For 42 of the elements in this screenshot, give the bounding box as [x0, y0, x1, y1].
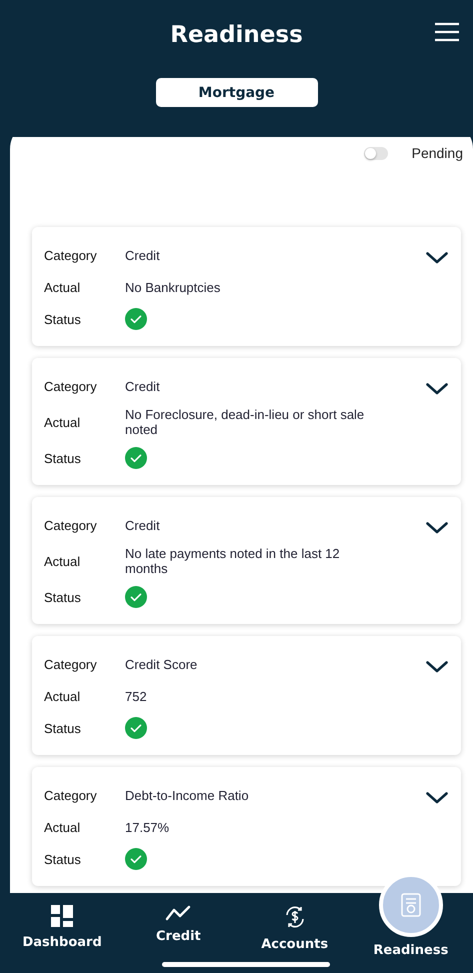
- field-label: Status: [44, 590, 82, 604]
- actual-value: No Foreclosure, dead-in-lieu or short sale noted: [125, 407, 366, 437]
- field-label: Category: [44, 378, 98, 394]
- field-label: Actual: [44, 688, 82, 704]
- field-label: Category: [44, 248, 98, 262]
- field-label: Status: [44, 450, 82, 466]
- grid-icon: [51, 905, 74, 927]
- nav-tab[interactable]: Accounts: [236, 893, 353, 973]
- actual-value: 752: [125, 688, 148, 704]
- document-check-icon: [400, 893, 421, 917]
- pending-toggle[interactable]: [364, 146, 388, 160]
- field-label: Category: [44, 518, 98, 532]
- chevron-icon[interactable]: [426, 252, 448, 264]
- category-value: Credit: [125, 518, 161, 532]
- field-label: Actual: [44, 554, 82, 568]
- chevron-icon[interactable]: [426, 792, 448, 804]
- field-label: Status: [44, 852, 82, 866]
- chevron-icon[interactable]: [426, 383, 448, 395]
- field-label: Category: [44, 788, 98, 802]
- category-value: Credit: [125, 248, 161, 262]
- chevron-icon[interactable]: [426, 522, 448, 534]
- actual-value: 17.57%: [125, 820, 170, 834]
- actual-value: No late payments noted in the last 12 months: [125, 546, 341, 576]
- toggle-label: Pending: [412, 145, 463, 161]
- field-label: Status: [44, 312, 82, 326]
- trend-line-icon: [165, 905, 192, 921]
- category-value: Credit: [125, 378, 161, 394]
- page-title: Readiness: [170, 22, 303, 48]
- category-value: Debt-to-Income Ratio: [125, 788, 250, 802]
- field-label: Actual: [44, 414, 82, 430]
- category-value: Credit Score: [125, 656, 198, 672]
- nav-tab[interactable]: Credit: [120, 893, 236, 973]
- menu-icon[interactable]: [435, 22, 459, 42]
- nav-tab[interactable]: Dashboard: [4, 893, 120, 973]
- nav-tab[interactable]: Readiness: [352, 939, 469, 961]
- field-label: Status: [44, 720, 82, 736]
- product-selector[interactable]: Mortgage: [156, 78, 318, 107]
- chevron-icon[interactable]: [426, 661, 448, 673]
- field-label: Category: [44, 656, 98, 672]
- field-label: Actual: [44, 820, 82, 834]
- actual-value: No Bankruptcies: [125, 280, 222, 294]
- field-label: Actual: [44, 280, 82, 294]
